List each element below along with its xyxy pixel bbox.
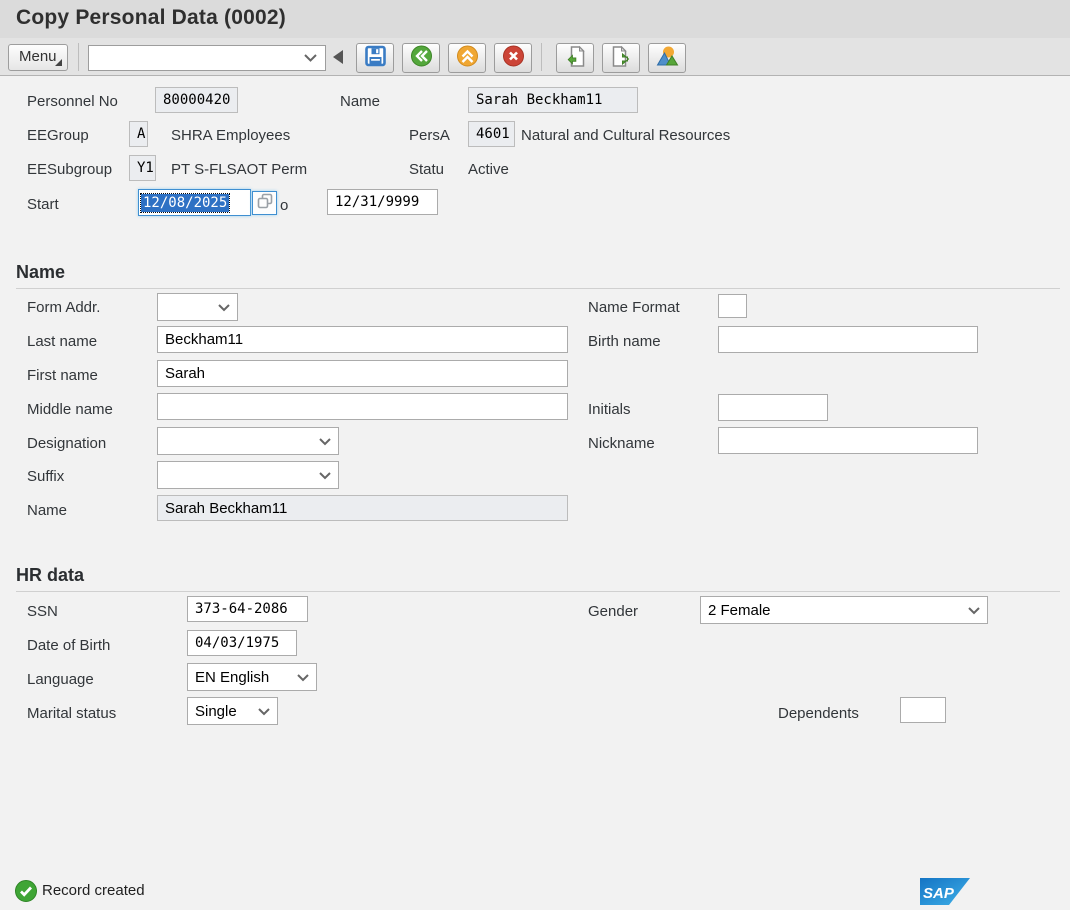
birth-name-label: Birth name [588, 333, 661, 350]
first-name-label: First name [27, 367, 98, 384]
exit-icon [455, 44, 480, 73]
hr-section-title: HR data [16, 565, 84, 586]
first-name-field[interactable]: Sarah [157, 360, 568, 387]
menu-button-label: Menu [19, 48, 57, 65]
form-addr-label: Form Addr. [27, 299, 100, 316]
language-label: Language [27, 671, 94, 688]
collapse-toolbar-arrow-icon[interactable] [333, 50, 343, 64]
toolbar-divider [541, 43, 542, 71]
dependents-field[interactable] [900, 697, 946, 723]
ssn-label: SSN [27, 603, 58, 620]
status-label: Statu [409, 161, 444, 178]
persa-text: Natural and Cultural Resources [521, 127, 730, 144]
gender-label: Gender [588, 603, 638, 620]
initials-field[interactable] [718, 394, 828, 421]
sap-logo: SAP [920, 876, 970, 910]
chevron-down-icon [319, 467, 331, 484]
suffix-label: Suffix [27, 468, 64, 485]
copy-in-button[interactable] [556, 43, 594, 73]
copy-value-button[interactable] [252, 191, 277, 215]
gender-select[interactable]: 2 Female [700, 596, 988, 624]
eesubgroup-text: PT S-FLSAOT Perm [171, 161, 307, 178]
designation-select[interactable] [157, 427, 339, 455]
birth-name-field[interactable] [718, 326, 978, 353]
back-icon [409, 44, 434, 73]
chevron-down-icon [297, 669, 309, 686]
back-button[interactable] [402, 43, 440, 73]
last-name-field[interactable]: Beckham11 [157, 326, 568, 353]
full-name-label: Name [27, 502, 67, 519]
toolbar-divider [78, 43, 79, 71]
menu-dropdown-triangle-icon [55, 59, 62, 66]
eegroup-label: EEGroup [27, 127, 89, 144]
graphics-session-icon [655, 44, 680, 73]
designation-label: Designation [27, 435, 106, 452]
cancel-icon [501, 44, 526, 73]
chevron-down-icon [258, 703, 270, 720]
marital-status-label: Marital status [27, 705, 116, 722]
graphics-button[interactable] [648, 43, 686, 73]
marital-status-select[interactable]: Single [187, 697, 278, 725]
copy-out-document-icon [609, 44, 634, 73]
eesubgroup-field[interactable]: Y1 [129, 155, 156, 181]
sap-window: Copy Personal Data (0002) Menu [0, 0, 1070, 910]
titlebar: Copy Personal Data (0002) [0, 0, 1070, 38]
nickname-field[interactable] [718, 427, 978, 454]
end-date-field[interactable]: 12/31/9999 [327, 189, 438, 215]
copy-icon [256, 192, 274, 215]
eegroup-text: SHRA Employees [171, 127, 290, 144]
marital-status-value: Single [195, 703, 237, 720]
language-value: EN English [195, 669, 269, 686]
page-title: Copy Personal Data (0002) [16, 6, 286, 30]
menu-button[interactable]: Menu [8, 44, 68, 71]
language-select[interactable]: EN English [187, 663, 317, 691]
eesubgroup-label: EESubgroup [27, 161, 112, 178]
cancel-button[interactable] [494, 43, 532, 73]
toolbar: Menu [0, 38, 1070, 76]
dependents-label: Dependents [778, 705, 859, 722]
start-date-field[interactable]: 12/08/2025 [138, 189, 251, 216]
eegroup-field[interactable]: A [129, 121, 148, 147]
form-addr-select[interactable] [157, 293, 238, 321]
name-header-label: Name [340, 93, 380, 110]
save-icon [363, 44, 388, 73]
sap-logo-text: SAP [923, 885, 955, 902]
middle-name-field[interactable] [157, 393, 568, 420]
section-divider [16, 288, 1060, 289]
chevron-down-icon [218, 299, 230, 316]
section-divider [16, 591, 1060, 592]
exit-button[interactable] [448, 43, 486, 73]
last-name-label: Last name [27, 333, 97, 350]
persa-label: PersA [409, 127, 450, 144]
personnel-no-label: Personnel No [27, 93, 118, 110]
start-date-label: Start [27, 196, 59, 213]
middle-name-label: Middle name [27, 401, 113, 418]
to-label: o [280, 197, 288, 214]
save-button[interactable] [356, 43, 394, 73]
command-field[interactable] [88, 45, 326, 71]
chevron-down-icon[interactable] [304, 49, 317, 67]
status-success-icon [14, 879, 38, 908]
personnel-no-field[interactable]: 80000420 [155, 87, 238, 113]
chevron-down-icon [319, 433, 331, 450]
gender-value: 2 Female [708, 602, 771, 619]
name-header-field[interactable]: Sarah Beckham11 [468, 87, 638, 113]
start-date-value: 12/08/2025 [141, 194, 229, 212]
dob-field[interactable]: 04/03/1975 [187, 630, 297, 656]
name-format-label: Name Format [588, 299, 680, 316]
copy-in-document-icon [563, 44, 588, 73]
chevron-down-icon [968, 602, 980, 619]
ssn-field[interactable]: 373-64-2086 [187, 596, 308, 622]
status-message: Record created [42, 882, 145, 899]
suffix-select[interactable] [157, 461, 339, 489]
nickname-label: Nickname [588, 435, 655, 452]
status-value: Active [468, 161, 509, 178]
copy-out-button[interactable] [602, 43, 640, 73]
initials-label: Initials [588, 401, 631, 418]
name-section-title: Name [16, 262, 65, 283]
full-name-field: Sarah Beckham11 [157, 495, 568, 521]
name-format-field[interactable] [718, 294, 747, 318]
dob-label: Date of Birth [27, 637, 110, 654]
persa-field[interactable]: 4601 [468, 121, 515, 147]
